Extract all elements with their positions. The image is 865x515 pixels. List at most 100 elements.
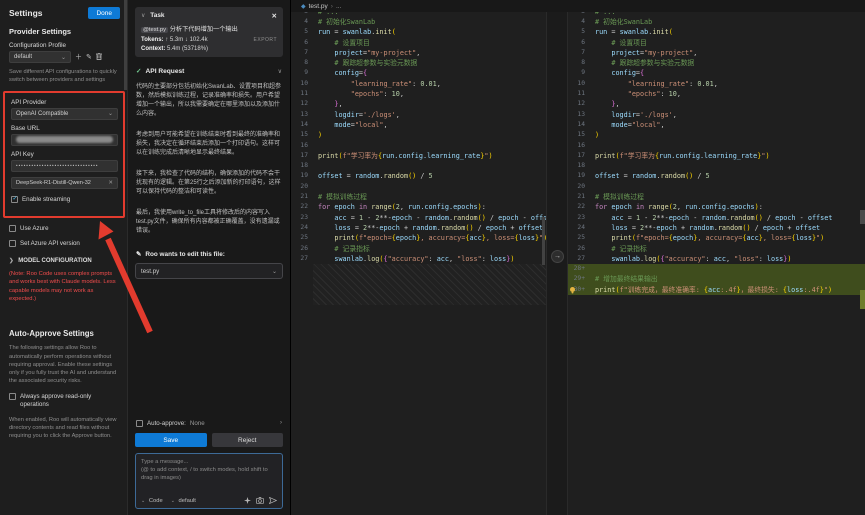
overview-ruler-added-mark (860, 290, 865, 309)
code-line: 20 (568, 182, 865, 192)
chevron-down-icon[interactable]: ∨ (141, 13, 145, 19)
api-provider-select[interactable]: OpenAI Compatible ⌄ (11, 108, 118, 120)
modified-code: 3# ...4# 初始化SwanLab5run = swanlab.init(6… (568, 12, 865, 295)
enable-streaming-row[interactable]: Enable streaming (11, 196, 118, 204)
always-approve-label: Always approve read-only operations (20, 393, 120, 409)
code-line: 27 swanlab.log({"accuracy": acc, "loss":… (568, 254, 865, 264)
code-line: 25 print(f"epoch={epoch}, accuracy={acc}… (291, 233, 546, 243)
message-input[interactable]: Type a message... (@ to add context, / t… (135, 453, 283, 509)
file-mention-badge[interactable]: @test.py (141, 27, 168, 33)
diff-right-pane[interactable]: 3# ...4# 初始化SwanLab5run = swanlab.init(6… (568, 12, 865, 515)
use-azure-checkbox[interactable] (9, 225, 16, 232)
api-request-row[interactable]: ✓ API Request ∨ (136, 67, 282, 75)
task-card: ∨ Task ✕ @test.py 分析下代码增加一个输出 Tokens: ↑ … (135, 7, 283, 57)
diff-left-pane[interactable]: 3# ...4# 初始化SwanLab5run = swanlab.init(6… (291, 12, 546, 515)
code-line: 22for epoch in range(2, run.config.epoch… (291, 202, 546, 212)
auto-approve-row[interactable]: Auto-approve: None › (136, 420, 282, 428)
api-profile-select[interactable]: ⌄ default (171, 498, 196, 504)
always-approve-row[interactable]: Always approve read-only operations (9, 393, 120, 409)
code-line: 20 (291, 182, 546, 192)
enable-streaming-checkbox[interactable] (11, 196, 18, 203)
save-button[interactable]: Save (135, 433, 207, 447)
code-line: 4# 初始化SwanLab (568, 17, 865, 27)
code-line: 17print(f"学习率为{run.config.learning_rate}… (568, 151, 865, 161)
configuration-profile-select[interactable]: default ⌄ (9, 51, 71, 63)
code-line: 23 acc = 1 - 2**-epoch - random.random()… (291, 213, 546, 223)
code-line: 30+print(f"训练完成，最终准确率: {acc:.4f}，最终损失: {… (568, 285, 865, 295)
chevron-down-icon: ⌄ (171, 498, 175, 504)
code-line: 26 # 记录指标 (568, 244, 865, 254)
code-line: 23 acc = 1 - 2**-epoch - random.random()… (568, 213, 865, 223)
python-file-icon: ◆ (301, 3, 306, 10)
mode-select[interactable]: ⌄ Code (141, 498, 163, 504)
code-line: 27 swanlab.log({"accuracy": acc, "loss":… (291, 254, 546, 264)
chevron-down-icon: ⌄ (61, 54, 66, 61)
chevron-down-icon[interactable]: ∨ (278, 68, 282, 75)
model-select[interactable]: DeepSeek-R1-Distill-Qwen-32 ✕ (11, 177, 118, 189)
code-line: 10 "learning_rate": 0.01, (568, 79, 865, 89)
auto-approve-value: None (190, 420, 205, 427)
chevron-down-icon: ⌄ (272, 268, 277, 275)
code-line: 24 loss = 2**-epoch + random.random() / … (568, 223, 865, 233)
base-url-input[interactable] (11, 134, 118, 146)
auto-approve-heading: Auto-Approve Settings (9, 329, 120, 338)
code-line: 25 print(f"epoch={epoch}, accuracy={acc}… (568, 233, 865, 243)
auto-approve-checkbox[interactable] (136, 420, 143, 427)
use-azure-row[interactable]: Use Azure (9, 225, 120, 233)
close-icon[interactable]: ✕ (108, 180, 113, 186)
enhance-prompt-icon[interactable] (244, 497, 251, 504)
code-line: 10 "learning_rate": 0.01, (291, 79, 546, 89)
chevron-down-icon: ⌄ (108, 110, 113, 117)
done-button[interactable]: Done (88, 7, 120, 19)
chevron-right-icon[interactable]: › (280, 420, 282, 426)
api-key-input[interactable]: •••••••••••••••••••••••••••••••• (11, 160, 118, 172)
model-configuration-label: MODEL CONFIGURATION (18, 258, 91, 264)
code-line: 26 # 记录指标 (291, 244, 546, 254)
always-approve-checkbox[interactable] (9, 393, 16, 400)
use-azure-label: Use Azure (20, 225, 49, 233)
code-line: 12 }, (568, 99, 865, 109)
right-pane-scrollbar[interactable] (860, 210, 865, 224)
always-approve-description: When enabled, Roo will automatically vie… (9, 416, 120, 441)
code-line: 16 (568, 141, 865, 151)
model-configuration-toggle[interactable]: ❯ MODEL CONFIGURATION (9, 258, 120, 264)
code-line: 28+ (568, 264, 865, 274)
api-key-label: API Key (11, 151, 118, 158)
base-url-label: Base URL (11, 125, 118, 132)
redacted-value (16, 136, 113, 143)
reject-button[interactable]: Reject (212, 433, 284, 447)
code-line: 21# 模拟训练过程 (291, 192, 546, 202)
assistant-paragraph: 考虑到用户可能希望在训练结束时看到最终的准确率和损失，我决定在循环结束后添加一个… (136, 131, 282, 158)
edited-file-box[interactable]: test.py ⌄ (135, 263, 283, 279)
code-line: 16 (291, 141, 546, 151)
settings-scrollbar[interactable] (124, 0, 127, 90)
tokens-down-value: ↓ 102.4k (185, 37, 208, 43)
breadcrumb[interactable]: ◆ test.py › ... (291, 0, 865, 12)
code-line: 5run = swanlab.init( (291, 27, 546, 37)
left-pane-scrollbar[interactable] (542, 217, 545, 265)
code-line: 21# 模拟训练过程 (568, 192, 865, 202)
send-icon[interactable] (269, 497, 277, 504)
diff-gutter: → (546, 12, 568, 515)
delete-profile-icon[interactable] (96, 53, 102, 62)
set-azure-version-checkbox[interactable] (9, 240, 16, 247)
add-profile-icon[interactable]: ＋ (75, 54, 82, 61)
settings-title: Settings (9, 8, 43, 18)
close-task-icon[interactable]: ✕ (272, 12, 277, 20)
task-prompt: @test.py 分析下代码增加一个输出 (141, 24, 277, 33)
export-button[interactable]: EXPORT (254, 37, 277, 43)
input-placeholder-hint: (@ to add context, / to switch modes, ho… (141, 466, 277, 482)
configuration-profile-row: default ⌄ ＋ ✎ (9, 51, 120, 63)
check-icon: ✓ (136, 67, 142, 75)
configuration-profile-value: default (14, 54, 32, 60)
code-line: 8 # 跟踪超参数与实验元数据 (291, 58, 546, 68)
code-line: 11 "epochs": 10, (568, 89, 865, 99)
revert-diff-arrow-button[interactable]: → (551, 250, 564, 263)
pencil-icon: ✎ (136, 250, 141, 258)
model-note-text: (Note: Roo Code uses complex prompts and… (9, 270, 120, 304)
tokens-row: Tokens: ↑ 5.3m ↓ 102.4k EXPORT (141, 37, 277, 43)
edit-profile-icon[interactable]: ✎ (86, 54, 92, 61)
screenshot-icon[interactable] (256, 497, 264, 504)
assistant-paragraph: 接下来，我检查了代码的结构，确保添加的代码不会干扰现有的逻辑。在第25行之后添加… (136, 170, 282, 197)
set-azure-version-row[interactable]: Set Azure API version (9, 240, 120, 248)
